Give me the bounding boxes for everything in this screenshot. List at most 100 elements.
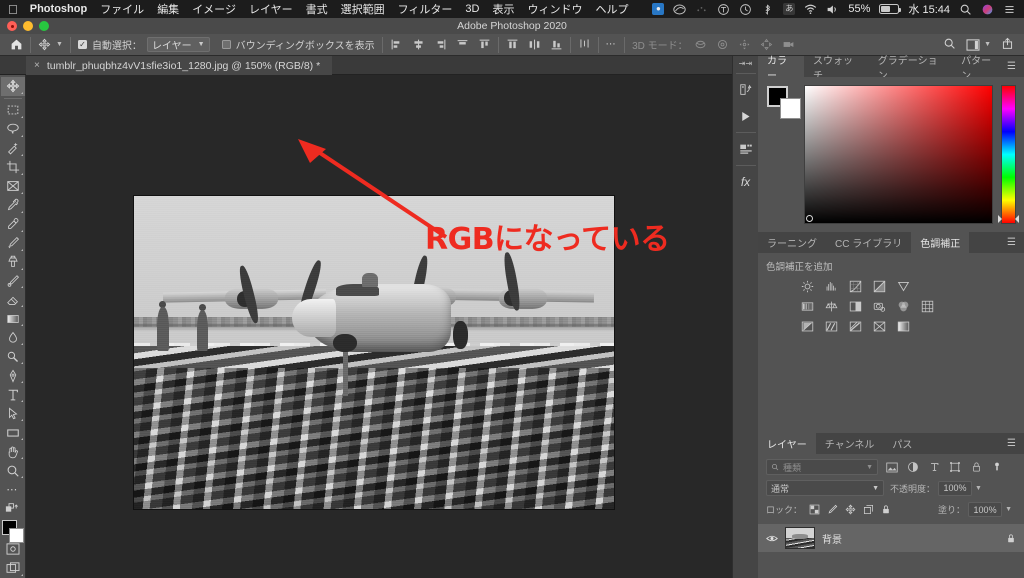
properties-icon[interactable] xyxy=(733,136,759,162)
edit-toolbar-tool[interactable]: ⋯ xyxy=(1,480,25,499)
dodge-tool[interactable] xyxy=(1,347,25,366)
default-colors-tool[interactable] xyxy=(1,499,25,518)
hue-saturation-icon[interactable] xyxy=(800,300,815,313)
apple-icon[interactable]:  xyxy=(8,3,18,16)
collapse-panels-icon[interactable]: ⇥⇥ xyxy=(733,56,759,70)
fill-value[interactable]: 100% xyxy=(968,502,1003,517)
photo-filter-icon[interactable] xyxy=(872,300,887,313)
menu-view[interactable]: 表示 xyxy=(492,1,514,17)
menu-file[interactable]: ファイル xyxy=(100,1,144,17)
menu-layer[interactable]: レイヤー xyxy=(249,1,293,17)
roll-3d-icon[interactable] xyxy=(716,38,729,51)
layer-name[interactable]: 背景 xyxy=(822,531,842,546)
spot-healing-brush-tool[interactable] xyxy=(1,215,25,234)
lock-all-icon[interactable] xyxy=(881,504,891,515)
eraser-tool[interactable] xyxy=(1,290,25,309)
channel-mixer-icon[interactable] xyxy=(896,300,911,313)
gradient-tool[interactable] xyxy=(1,309,25,328)
brightness-contrast-icon[interactable] xyxy=(800,280,815,293)
creative-cloud-icon[interactable] xyxy=(673,3,687,16)
frame-tool[interactable] xyxy=(1,177,25,196)
tab-paths[interactable]: パス xyxy=(883,433,921,454)
tab-gradients[interactable]: グラデーション xyxy=(869,56,952,82)
path-selection-tool[interactable] xyxy=(1,404,25,423)
layer-thumbnail[interactable] xyxy=(785,527,815,549)
play-icon[interactable] xyxy=(733,103,759,129)
zoom-tool[interactable] xyxy=(1,461,25,480)
tab-patterns[interactable]: パターン xyxy=(952,56,1007,82)
menu-window[interactable]: ウィンドウ xyxy=(527,1,582,17)
circled-t-icon[interactable] xyxy=(717,3,730,16)
input-source-icon[interactable]: あ xyxy=(783,3,796,15)
table-row[interactable]: 背景 xyxy=(758,524,1024,552)
opacity-value[interactable]: 100% xyxy=(938,480,973,496)
levels-icon[interactable] xyxy=(824,280,839,293)
wifi-icon[interactable] xyxy=(804,3,817,16)
pixel-filter-icon[interactable] xyxy=(885,462,899,473)
menu-filter[interactable]: フィルター xyxy=(398,1,453,17)
zoom-button[interactable] xyxy=(39,21,49,31)
move-tool-icon[interactable] xyxy=(38,38,51,51)
dropbox-icon[interactable]: ● xyxy=(652,3,665,15)
chevron-down-icon[interactable]: ▼ xyxy=(1005,506,1012,513)
battery-icon[interactable] xyxy=(879,4,902,14)
tab-cc-libraries[interactable]: CC ライブラリ xyxy=(826,232,911,253)
threshold-icon[interactable] xyxy=(848,320,863,333)
camera-3d-icon[interactable] xyxy=(782,38,795,51)
curves-icon[interactable] xyxy=(848,280,863,293)
tab-learn[interactable]: ラーニング xyxy=(758,232,826,253)
clone-stamp-tool[interactable] xyxy=(1,253,25,272)
align-left-icon[interactable] xyxy=(390,38,403,51)
lock-image-icon[interactable] xyxy=(827,504,838,515)
pen-tool[interactable] xyxy=(1,366,25,385)
tab-channels[interactable]: チャンネル xyxy=(816,433,884,454)
share-icon[interactable] xyxy=(1001,37,1014,53)
tab-color[interactable]: カラー xyxy=(758,56,805,82)
eye-icon[interactable] xyxy=(766,534,778,543)
layer-filter-select[interactable]: 種類 ▼ xyxy=(766,459,878,475)
distribute-vertical-icon[interactable] xyxy=(506,38,519,51)
menu-app-name[interactable]: Photoshop xyxy=(30,3,87,15)
color-field[interactable] xyxy=(804,85,993,224)
search-icon[interactable] xyxy=(959,3,972,16)
document-tab[interactable]: × tumblr_phuqbhz4vV1sfie3io1_1280.jpg @ … xyxy=(26,56,333,75)
rectangular-marquee-tool[interactable] xyxy=(1,101,25,120)
tab-swatches[interactable]: スウォッチ xyxy=(804,56,869,82)
panel-menu-icon[interactable]: ☰ xyxy=(1007,232,1024,253)
show-bounding-box-checkbox[interactable] xyxy=(221,40,231,49)
menu-image[interactable]: イメージ xyxy=(192,1,236,17)
color-panel-swatches[interactable] xyxy=(766,85,801,119)
vibrance-icon[interactable] xyxy=(896,280,911,293)
bluetooth-icon[interactable] xyxy=(761,3,774,16)
menu-edit[interactable]: 編集 xyxy=(157,1,179,17)
lock-artboard-icon[interactable] xyxy=(863,504,874,515)
type-filter-icon[interactable] xyxy=(927,461,941,473)
lock-transparent-icon[interactable] xyxy=(809,504,820,515)
distribute-horizontal-icon[interactable] xyxy=(528,38,541,51)
close-icon[interactable]: × xyxy=(34,60,40,71)
fx-icon[interactable]: fx xyxy=(733,169,759,195)
distribute-bottom-icon[interactable] xyxy=(550,38,563,51)
blend-mode-select[interactable]: 通常 ▼ xyxy=(766,480,884,496)
rotate-3d-icon[interactable] xyxy=(694,38,707,51)
clock-icon[interactable] xyxy=(739,3,752,16)
hand-tool[interactable] xyxy=(1,442,25,461)
canvas-area[interactable]: RGBになっている xyxy=(26,75,732,578)
black-white-icon[interactable] xyxy=(848,300,863,313)
distribute-top-icon[interactable] xyxy=(478,38,491,51)
filter-toggle-icon[interactable] xyxy=(990,461,1004,473)
rectangle-tool[interactable] xyxy=(1,423,25,442)
panel-menu-icon[interactable]: ☰ xyxy=(1007,433,1024,454)
exposure-icon[interactable] xyxy=(872,280,887,293)
dots-icon[interactable] xyxy=(695,3,708,16)
crop-tool[interactable] xyxy=(1,158,25,177)
minimize-button[interactable] xyxy=(23,21,33,31)
eyedropper-tool[interactable] xyxy=(1,196,25,215)
color-lookup-icon[interactable] xyxy=(920,300,935,313)
blur-tool[interactable] xyxy=(1,328,25,347)
align-top-icon[interactable] xyxy=(456,38,469,51)
home-icon[interactable] xyxy=(10,38,23,51)
menu-select[interactable]: 選択範囲 xyxy=(341,1,385,17)
align-center-horizontal-icon[interactable] xyxy=(412,38,425,51)
type-tool[interactable] xyxy=(1,385,25,404)
